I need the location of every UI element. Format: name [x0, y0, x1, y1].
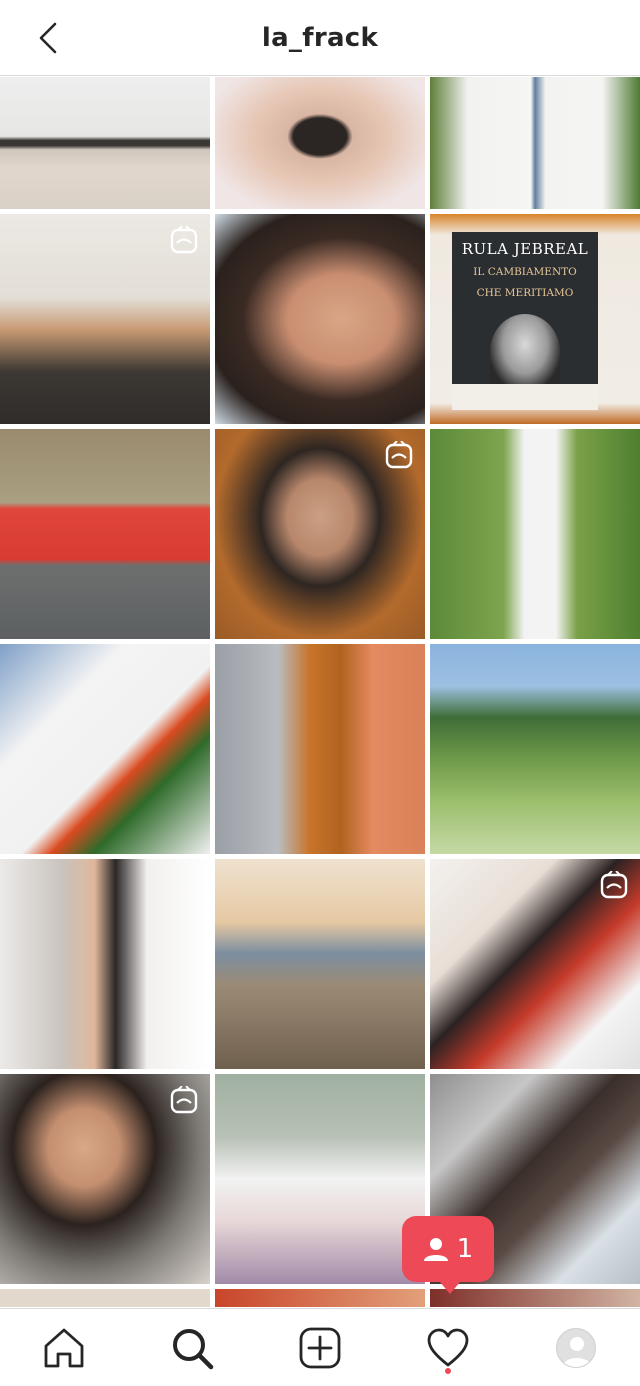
- post-tile[interactable]: [215, 859, 425, 1069]
- tab-activity[interactable]: [418, 1318, 478, 1378]
- book-title-line1: IL CAMBIAMENTO: [473, 266, 577, 278]
- post-tile[interactable]: [215, 214, 425, 424]
- tab-new-post[interactable]: [290, 1318, 350, 1378]
- bottom-tab-bar: [0, 1308, 640, 1386]
- post-tile[interactable]: RULA JEBREAL IL CAMBIAMENTO CHE MERITIAM…: [430, 214, 640, 424]
- post-tile[interactable]: [0, 77, 210, 209]
- follower-notification-bubble[interactable]: 1: [402, 1216, 494, 1294]
- posts-grid: RULA JEBREAL IL CAMBIAMENTO CHE MERITIAM…: [0, 77, 640, 1307]
- post-tile[interactable]: [215, 1289, 425, 1307]
- profile-avatar: [556, 1327, 596, 1368]
- reel-icon: [600, 871, 628, 899]
- post-tile[interactable]: [430, 77, 640, 209]
- book-author: RULA JEBREAL: [461, 240, 589, 258]
- tab-home[interactable]: [34, 1318, 94, 1378]
- heart-icon: [427, 1328, 469, 1366]
- post-tile[interactable]: [0, 214, 210, 424]
- tab-profile[interactable]: [546, 1318, 606, 1378]
- search-icon: [173, 1328, 214, 1369]
- book-portrait: [490, 314, 560, 390]
- page-title: la_frack: [261, 22, 379, 53]
- post-tile[interactable]: [215, 1074, 425, 1284]
- user-silhouette-icon: [563, 1336, 591, 1367]
- reel-icon: [170, 226, 198, 254]
- notification-count: 1: [456, 1234, 474, 1264]
- activity-dot: [445, 1367, 451, 1374]
- back-button[interactable]: [28, 16, 68, 60]
- chevron-left-icon: [39, 22, 57, 54]
- post-tile[interactable]: [0, 859, 210, 1069]
- post-tile[interactable]: [215, 429, 425, 639]
- add-post-icon: [299, 1327, 341, 1368]
- post-tile[interactable]: [215, 77, 425, 209]
- post-tile[interactable]: [430, 644, 640, 854]
- post-tile[interactable]: [0, 429, 210, 639]
- person-icon: [423, 1238, 448, 1261]
- post-tile[interactable]: [0, 1074, 210, 1284]
- post-tile[interactable]: [0, 644, 210, 854]
- reel-icon: [385, 441, 413, 469]
- post-tile[interactable]: [0, 1289, 210, 1307]
- post-tile[interactable]: [215, 644, 425, 854]
- book-band: [452, 384, 598, 410]
- post-tile[interactable]: [430, 429, 640, 639]
- top-bar: la_frack: [0, 0, 640, 76]
- reel-icon: [170, 1086, 198, 1114]
- home-icon: [44, 1328, 84, 1367]
- book-cover: RULA JEBREAL IL CAMBIAMENTO CHE MERITIAM…: [452, 232, 598, 410]
- book-title-line2: CHE MERITIAMO: [476, 287, 574, 299]
- post-tile[interactable]: [430, 1289, 640, 1307]
- post-tile[interactable]: [430, 859, 640, 1069]
- tab-search[interactable]: [162, 1318, 222, 1378]
